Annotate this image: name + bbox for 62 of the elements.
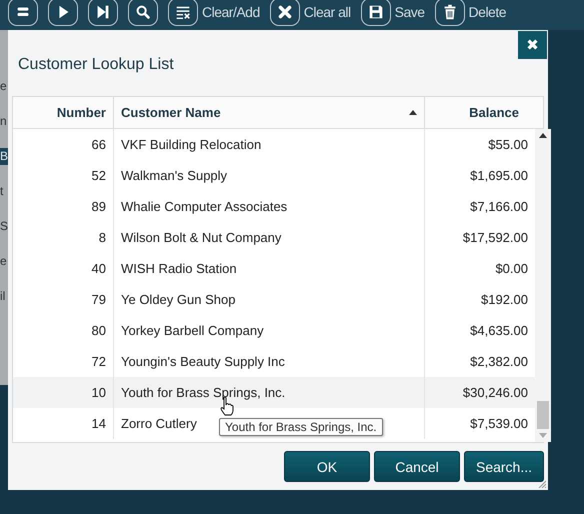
table-cell: 89 bbox=[13, 191, 114, 222]
scroll-thumb[interactable] bbox=[537, 401, 549, 429]
column-header[interactable]: Number bbox=[13, 97, 114, 128]
toolbar-label[interactable]: Clear all bbox=[304, 4, 351, 20]
toolbar-label[interactable]: Save bbox=[394, 4, 425, 20]
save-icon bbox=[366, 3, 385, 21]
play-button[interactable] bbox=[48, 0, 78, 26]
table-cell[interactable]: Youth for Brass Springs, Inc. bbox=[114, 377, 425, 408]
search-button[interactable] bbox=[128, 0, 158, 26]
table-cell[interactable]: WISH Radio Station bbox=[114, 253, 425, 284]
page-text: e bbox=[0, 78, 7, 95]
table-cell[interactable]: Ye Oldey Gun Shop bbox=[114, 284, 425, 315]
table-cell: $30,246.00 bbox=[425, 377, 535, 408]
page-text: n bbox=[0, 113, 7, 130]
table-cell: 52 bbox=[13, 160, 114, 191]
table-cell-text: $55.00 bbox=[487, 136, 529, 154]
table-cell: 14 bbox=[13, 408, 114, 439]
cancel-button[interactable]: Cancel bbox=[374, 451, 460, 482]
column-header[interactable]: Balance bbox=[425, 97, 543, 128]
table-cell: 66 bbox=[13, 129, 114, 160]
trash-button[interactable] bbox=[434, 0, 465, 26]
table-cell-text: $17,592.00 bbox=[462, 229, 529, 247]
search-icon bbox=[134, 3, 152, 21]
page-text: e bbox=[0, 253, 7, 270]
table-cell[interactable]: Walkman's Supply bbox=[114, 160, 425, 191]
scrollbar[interactable] bbox=[535, 129, 551, 442]
equals-button[interactable] bbox=[8, 0, 38, 26]
table-cell-text: $2,382.00 bbox=[469, 353, 529, 371]
ok-button[interactable]: OK bbox=[284, 451, 370, 482]
page-text: il bbox=[0, 288, 6, 305]
tooltip: Youth for Brass Springs, Inc. bbox=[219, 418, 383, 436]
dialog-title: Customer Lookup List bbox=[18, 56, 174, 74]
table-cell[interactable]: VKF Building Relocation bbox=[114, 129, 425, 160]
table-cell: 79 bbox=[13, 284, 114, 315]
table-cell: 80 bbox=[13, 315, 114, 346]
search-button[interactable]: Search... bbox=[464, 451, 544, 482]
table-cell-text: $1,695.00 bbox=[469, 167, 529, 185]
page-text: S bbox=[0, 218, 8, 235]
table-cell: 8 bbox=[13, 222, 114, 253]
table-cell-text: $7,166.00 bbox=[469, 198, 529, 216]
clear-icon bbox=[276, 3, 294, 21]
page-text: t bbox=[0, 183, 4, 200]
toolbar-label[interactable]: Delete bbox=[468, 4, 506, 20]
table-cell: 10 bbox=[13, 377, 114, 408]
table-cell[interactable]: Whalie Computer Associates bbox=[114, 191, 425, 222]
clear-list-button[interactable] bbox=[168, 0, 198, 26]
table-cell: 40 bbox=[13, 253, 114, 284]
clear-button[interactable] bbox=[270, 0, 300, 26]
table-cell-text: $4,635.00 bbox=[469, 322, 529, 340]
skip-forward-button[interactable] bbox=[88, 0, 118, 26]
resize-grip-icon[interactable] bbox=[538, 480, 546, 488]
table-cell[interactable]: Wilson Bolt & Nut Company bbox=[114, 222, 425, 253]
table-cell-text: $7,539.00 bbox=[469, 415, 529, 433]
page-text: B bbox=[0, 148, 8, 165]
close-button[interactable]: ✖ bbox=[518, 31, 547, 59]
table-cell-text: $192.00 bbox=[480, 291, 529, 309]
table-cell[interactable]: Yorkey Barbell Company bbox=[114, 315, 425, 346]
save-button[interactable] bbox=[360, 0, 391, 26]
scroll-up-icon[interactable] bbox=[539, 133, 547, 138]
toolbar-label[interactable]: Clear/Add bbox=[202, 4, 260, 20]
column-header[interactable]: Customer Name bbox=[114, 97, 425, 128]
table-cell-text: $0.00 bbox=[494, 260, 529, 278]
